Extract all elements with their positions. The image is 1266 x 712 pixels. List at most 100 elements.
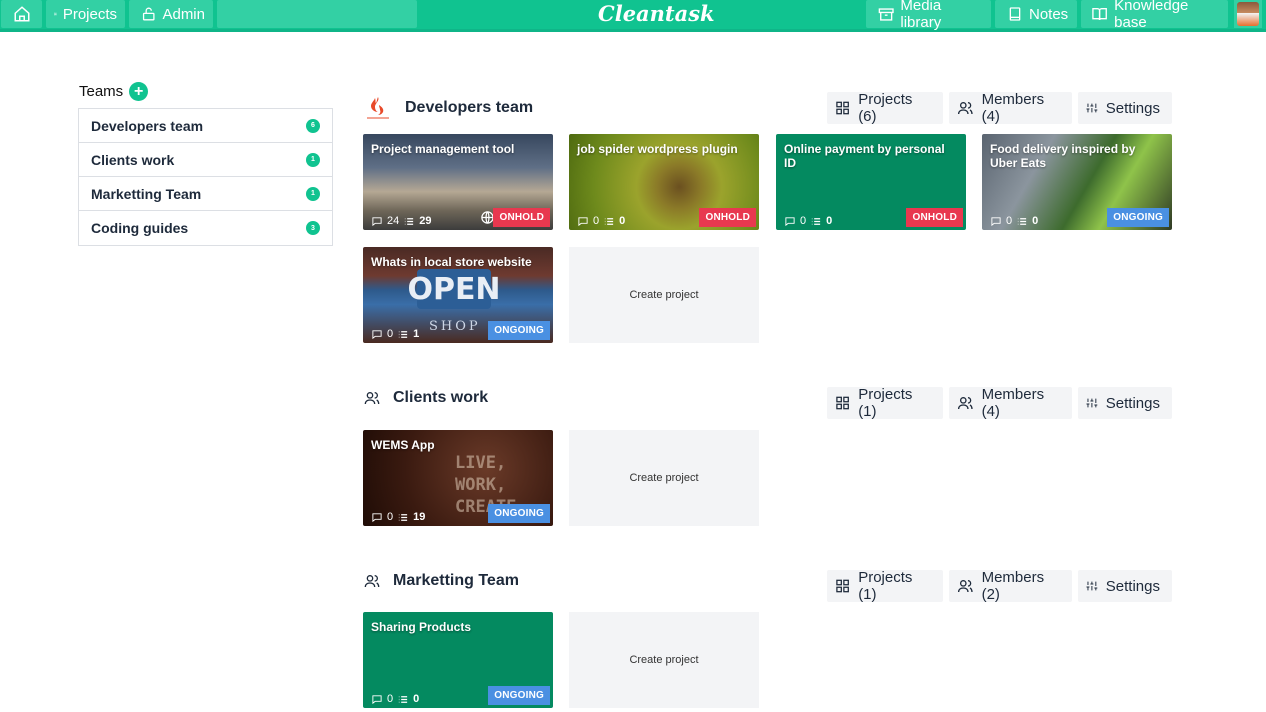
task-list-icon (399, 513, 408, 521)
settings-button[interactable]: Settings (1078, 387, 1172, 419)
project-card-meta: 0 0 (990, 215, 1038, 227)
comment-count: 0 (800, 215, 807, 227)
status-badge: ONHOLD (906, 208, 963, 227)
book-open-icon (1092, 8, 1107, 21)
members-label: Members (4) (981, 91, 1045, 125)
comments-icon (372, 216, 382, 226)
team-section-clients: Clients work Projects (1) Members (4) Se… (363, 386, 1172, 527)
admin-nav-label: Admin (162, 5, 205, 23)
team-item-label: Clients work (91, 151, 175, 168)
status-badge: ONHOLD (699, 208, 756, 227)
comment-count: 24 (387, 215, 400, 227)
users-icon (364, 392, 380, 405)
settings-label: Settings (1105, 99, 1160, 117)
project-card-title: WEMS App (371, 438, 435, 452)
settings-button[interactable]: Settings (1078, 92, 1172, 124)
members-label: Members (4) (981, 386, 1045, 420)
users-icon (364, 575, 380, 588)
create-project-button[interactable]: Create project (569, 430, 759, 526)
team-section-developers: Developers team Projects (6) Members (4)… (363, 91, 1172, 352)
project-card[interactable]: Online payment by personal ID 0 0 ONHOLD (776, 134, 966, 230)
create-project-label: Create project (629, 472, 699, 484)
settings-button[interactable]: Settings (1078, 570, 1172, 602)
team-count-badge: 1 (306, 186, 320, 201)
team-count-badge: 6 (306, 118, 320, 133)
knowledge-base-label: Knowledge base (1114, 0, 1189, 31)
members-button[interactable]: Members (4) (949, 386, 1072, 420)
team-item-label: Coding guides (91, 220, 189, 236)
top-navigation-bar: Projects Admin Cleantask Media library N… (0, 0, 1266, 32)
status-badge: ONHOLD (493, 208, 550, 227)
comments-icon (372, 329, 382, 339)
search-nav-box[interactable] (217, 0, 417, 28)
projects-count-button[interactable]: Projects (1) (827, 569, 943, 603)
add-team-button[interactable]: + (129, 82, 149, 101)
brand-logo: Cleantask (598, 0, 715, 26)
project-card[interactable]: OPEN SHOP Whats in local store website 0… (363, 247, 553, 343)
section-header: Developers team (363, 95, 533, 121)
task-list-icon (399, 695, 408, 703)
create-project-button[interactable]: Create project (569, 612, 759, 708)
task-list-icon (399, 330, 408, 338)
project-card[interactable]: Food delivery inspired by Uber Eats 0 0 … (982, 134, 1172, 230)
create-project-button[interactable]: Create project (569, 247, 759, 343)
project-card[interactable]: Sharing Products 0 0 ONGOING (363, 612, 553, 708)
task-count: 29 (419, 215, 432, 227)
section-title: Clients work (393, 389, 489, 406)
create-project-label: Create project (629, 289, 699, 301)
grid-icon (836, 579, 849, 593)
task-list-icon (1018, 217, 1027, 225)
project-card[interactable]: Project management tool 24 29 ONHOLD (363, 134, 553, 230)
projects-count-button[interactable]: Projects (6) (827, 91, 943, 125)
avatar-image (1237, 2, 1259, 26)
projects-count-label: Projects (6) (858, 91, 913, 125)
users-icon (957, 102, 973, 115)
project-card-meta: 24 29 (371, 215, 432, 227)
team-item-label: Developers team (91, 117, 204, 134)
home-button[interactable] (1, 0, 42, 28)
teams-title-label: Teams (79, 83, 124, 100)
team-item-marketting[interactable]: Marketting Team 1 (79, 177, 332, 211)
project-card-meta: 0 19 (371, 511, 425, 523)
members-label: Members (2) (981, 569, 1045, 603)
users-icon (957, 580, 973, 593)
task-count: 19 (413, 511, 426, 523)
section-actions: Projects (6) Members (4) Settings (827, 91, 1172, 125)
projects-nav-button[interactable]: Projects (46, 0, 125, 28)
team-item-clients[interactable]: Clients work 1 (79, 143, 332, 177)
grid-icon (836, 101, 849, 115)
team-item-coding-guides[interactable]: Coding guides 3 (79, 211, 332, 245)
media-library-button[interactable]: Media library (866, 0, 991, 31)
status-badge: ONGOING (488, 321, 550, 340)
project-card-title: Sharing Products (371, 620, 472, 634)
projects-count-button[interactable]: Projects (1) (827, 386, 943, 420)
project-card-title: Project management tool (371, 142, 515, 156)
comment-count: 0 (387, 693, 394, 705)
section-header: Clients work (363, 389, 488, 407)
project-card-meta: 0 0 (577, 215, 625, 227)
user-avatar[interactable] (1234, 0, 1262, 28)
project-card[interactable]: LIVE, WORK, CREATE WEMS App 0 19 ONGOING (363, 430, 553, 526)
section-title: Marketting Team (393, 572, 519, 589)
project-card-meta: 0 0 (371, 693, 419, 705)
notes-button[interactable]: Notes (995, 0, 1077, 28)
projects-count-label: Projects (1) (858, 386, 913, 420)
open-sign-image: OPEN (407, 269, 501, 309)
members-button[interactable]: Members (2) (949, 569, 1072, 603)
members-button[interactable]: Members (4) (949, 91, 1072, 125)
status-badge: ONGOING (488, 504, 550, 523)
comments-icon (991, 216, 1001, 226)
create-project-label: Create project (629, 654, 699, 666)
project-card[interactable]: job spider wordpress plugin 0 0 ONHOLD (569, 134, 759, 230)
team-item-developers[interactable]: Developers team 6 (79, 109, 332, 143)
comment-count: 0 (1006, 215, 1013, 227)
status-badge: ONGOING (488, 686, 550, 705)
grid-icon (836, 396, 849, 410)
comments-icon (372, 694, 382, 704)
comments-icon (578, 216, 588, 226)
lock-icon (142, 7, 155, 21)
task-list-icon (605, 217, 614, 225)
sliders-icon (1086, 398, 1098, 408)
knowledge-base-button[interactable]: Knowledge base (1081, 0, 1228, 31)
admin-nav-button[interactable]: Admin (129, 0, 213, 28)
